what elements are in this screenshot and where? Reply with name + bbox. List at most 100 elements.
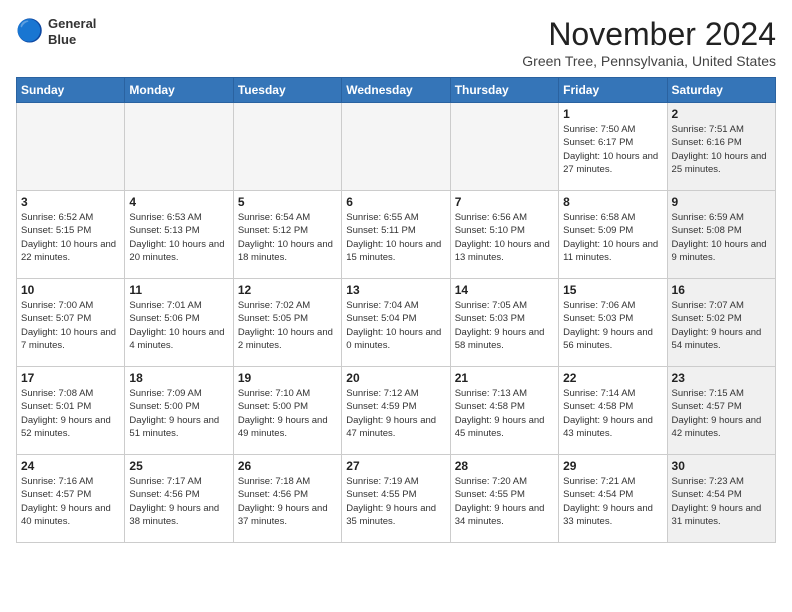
day-number: 24: [21, 459, 120, 473]
day-info: Sunrise: 7:00 AM Sunset: 5:07 PM Dayligh…: [21, 299, 120, 352]
day-info: Sunrise: 6:59 AM Sunset: 5:08 PM Dayligh…: [672, 211, 771, 264]
day-info: Sunrise: 6:56 AM Sunset: 5:10 PM Dayligh…: [455, 211, 554, 264]
day-info: Sunrise: 7:14 AM Sunset: 4:58 PM Dayligh…: [563, 387, 662, 440]
day-info: Sunrise: 7:06 AM Sunset: 5:03 PM Dayligh…: [563, 299, 662, 352]
calendar-cell: 8Sunrise: 6:58 AM Sunset: 5:09 PM Daylig…: [559, 191, 667, 279]
day-number: 10: [21, 283, 120, 297]
week-row-0: 1 Sunrise: 7:50 AM Sunset: 6:17 PM Daylig…: [17, 103, 776, 191]
day-number: 30: [672, 459, 771, 473]
day-number: 7: [455, 195, 554, 209]
weekday-header-sunday: Sunday: [17, 78, 125, 103]
calendar-cell: 5 Sunrise: 6:54 AM Sunset: 5:12 PM Daylig…: [233, 191, 341, 279]
day-info: Sunrise: 7:07 AM Sunset: 5:02 PM Dayligh…: [672, 299, 771, 352]
day-info: Sunrise: 7:23 AM Sunset: 4:54 PM Dayligh…: [672, 475, 771, 528]
day-number: 14: [455, 283, 554, 297]
page-header: 🔵 General Blue November 2024 Green Tree,…: [16, 16, 776, 69]
day-number: 11: [129, 283, 228, 297]
calendar-cell: [17, 103, 125, 191]
day-info: Sunrise: 6:53 AM Sunset: 5:13 PM Dayligh…: [129, 211, 228, 264]
day-info: Sunrise: 7:12 AM Sunset: 4:59 PM Dayligh…: [346, 387, 445, 440]
day-info: Sunrise: 7:04 AM Sunset: 5:04 PM Dayligh…: [346, 299, 445, 352]
day-number: 2: [672, 107, 771, 121]
calendar-cell: 6 Sunrise: 6:55 AM Sunset: 5:11 PM Daylig…: [342, 191, 450, 279]
day-number: 28: [455, 459, 554, 473]
day-number: 1: [563, 107, 662, 121]
day-number: 17: [21, 371, 120, 385]
day-number: 8: [563, 195, 662, 209]
calendar-cell: 7 Sunrise: 6:56 AM Sunset: 5:10 PM Daylig…: [450, 191, 558, 279]
calendar-cell: 1 Sunrise: 7:50 AM Sunset: 6:17 PM Daylig…: [559, 103, 667, 191]
title-area: November 2024 Green Tree, Pennsylvania, …: [522, 16, 776, 69]
calendar-cell: 21 Sunrise: 7:13 AM Sunset: 4:58 PM Dayli…: [450, 367, 558, 455]
day-info: Sunrise: 7:50 AM Sunset: 6:17 PM Dayligh…: [563, 123, 662, 176]
day-info: Sunrise: 7:09 AM Sunset: 5:00 PM Dayligh…: [129, 387, 228, 440]
calendar-cell: 14 Sunrise: 7:05 AM Sunset: 5:03 PM Dayli…: [450, 279, 558, 367]
day-info: Sunrise: 7:05 AM Sunset: 5:03 PM Dayligh…: [455, 299, 554, 352]
day-number: 21: [455, 371, 554, 385]
calendar-cell: [342, 103, 450, 191]
day-info: Sunrise: 6:54 AM Sunset: 5:12 PM Dayligh…: [238, 211, 337, 264]
day-info: Sunrise: 7:01 AM Sunset: 5:06 PM Dayligh…: [129, 299, 228, 352]
day-number: 4: [129, 195, 228, 209]
calendar-cell: 25 Sunrise: 7:17 AM Sunset: 4:56 PM Dayli…: [125, 455, 233, 543]
logo: 🔵 General Blue: [16, 16, 96, 47]
day-number: 26: [238, 459, 337, 473]
day-info: Sunrise: 6:55 AM Sunset: 5:11 PM Dayligh…: [346, 211, 445, 264]
calendar-cell: [233, 103, 341, 191]
calendar-cell: 3 Sunrise: 6:52 AM Sunset: 5:15 PM Daylig…: [17, 191, 125, 279]
calendar-cell: 15 Sunrise: 7:06 AM Sunset: 5:03 PM Dayli…: [559, 279, 667, 367]
calendar-cell: 23 Sunrise: 7:15 AM Sunset: 4:57 PM Dayli…: [667, 367, 775, 455]
calendar-cell: 16 Sunrise: 7:07 AM Sunset: 5:02 PM Dayli…: [667, 279, 775, 367]
calendar-cell: 18 Sunrise: 7:09 AM Sunset: 5:00 PM Dayli…: [125, 367, 233, 455]
weekday-header-wednesday: Wednesday: [342, 78, 450, 103]
day-info: Sunrise: 7:17 AM Sunset: 4:56 PM Dayligh…: [129, 475, 228, 528]
day-number: 13: [346, 283, 445, 297]
day-number: 20: [346, 371, 445, 385]
calendar-cell: 9 Sunrise: 6:59 AM Sunset: 5:08 PM Daylig…: [667, 191, 775, 279]
day-number: 16: [672, 283, 771, 297]
day-number: 29: [563, 459, 662, 473]
day-number: 5: [238, 195, 337, 209]
day-info: Sunrise: 6:52 AM Sunset: 5:15 PM Dayligh…: [21, 211, 120, 264]
week-row-3: 17 Sunrise: 7:08 AM Sunset: 5:01 PM Dayli…: [17, 367, 776, 455]
day-number: 22: [563, 371, 662, 385]
weekday-header-thursday: Thursday: [450, 78, 558, 103]
day-info: Sunrise: 7:08 AM Sunset: 5:01 PM Dayligh…: [21, 387, 120, 440]
calendar-cell: 11 Sunrise: 7:01 AM Sunset: 5:06 PM Dayli…: [125, 279, 233, 367]
calendar-cell: [125, 103, 233, 191]
week-row-2: 10 Sunrise: 7:00 AM Sunset: 5:07 PM Dayli…: [17, 279, 776, 367]
day-info: Sunrise: 7:51 AM Sunset: 6:16 PM Dayligh…: [672, 123, 771, 176]
day-info: Sunrise: 7:02 AM Sunset: 5:05 PM Dayligh…: [238, 299, 337, 352]
day-number: 18: [129, 371, 228, 385]
day-info: Sunrise: 7:20 AM Sunset: 4:55 PM Dayligh…: [455, 475, 554, 528]
calendar-cell: 22 Sunrise: 7:14 AM Sunset: 4:58 PM Dayli…: [559, 367, 667, 455]
calendar-cell: 4 Sunrise: 6:53 AM Sunset: 5:13 PM Daylig…: [125, 191, 233, 279]
logo-text: General Blue: [48, 16, 96, 47]
calendar-cell: 17 Sunrise: 7:08 AM Sunset: 5:01 PM Dayli…: [17, 367, 125, 455]
day-number: 15: [563, 283, 662, 297]
day-number: 3: [21, 195, 120, 209]
weekday-header-row: SundayMondayTuesdayWednesdayThursdayFrid…: [17, 78, 776, 103]
calendar-table: SundayMondayTuesdayWednesdayThursdayFrid…: [16, 77, 776, 543]
day-number: 6: [346, 195, 445, 209]
calendar-cell: 20 Sunrise: 7:12 AM Sunset: 4:59 PM Dayli…: [342, 367, 450, 455]
logo-icon: 🔵: [16, 18, 44, 46]
weekday-header-tuesday: Tuesday: [233, 78, 341, 103]
day-number: 23: [672, 371, 771, 385]
week-row-4: 24Sunrise: 7:16 AM Sunset: 4:57 PM Dayli…: [17, 455, 776, 543]
calendar-cell: 13 Sunrise: 7:04 AM Sunset: 5:04 PM Dayli…: [342, 279, 450, 367]
day-number: 9: [672, 195, 771, 209]
calendar-cell: 26Sunrise: 7:18 AM Sunset: 4:56 PM Dayli…: [233, 455, 341, 543]
day-number: 25: [129, 459, 228, 473]
day-info: Sunrise: 7:15 AM Sunset: 4:57 PM Dayligh…: [672, 387, 771, 440]
day-info: Sunrise: 7:19 AM Sunset: 4:55 PM Dayligh…: [346, 475, 445, 528]
calendar-cell: 12Sunrise: 7:02 AM Sunset: 5:05 PM Dayli…: [233, 279, 341, 367]
calendar-cell: 10 Sunrise: 7:00 AM Sunset: 5:07 PM Dayli…: [17, 279, 125, 367]
day-info: Sunrise: 7:10 AM Sunset: 5:00 PM Dayligh…: [238, 387, 337, 440]
day-number: 19: [238, 371, 337, 385]
day-info: Sunrise: 7:13 AM Sunset: 4:58 PM Dayligh…: [455, 387, 554, 440]
weekday-header-friday: Friday: [559, 78, 667, 103]
calendar-cell: 30 Sunrise: 7:23 AM Sunset: 4:54 PM Dayli…: [667, 455, 775, 543]
month-title: November 2024: [522, 16, 776, 53]
location-label: Green Tree, Pennsylvania, United States: [522, 53, 776, 69]
